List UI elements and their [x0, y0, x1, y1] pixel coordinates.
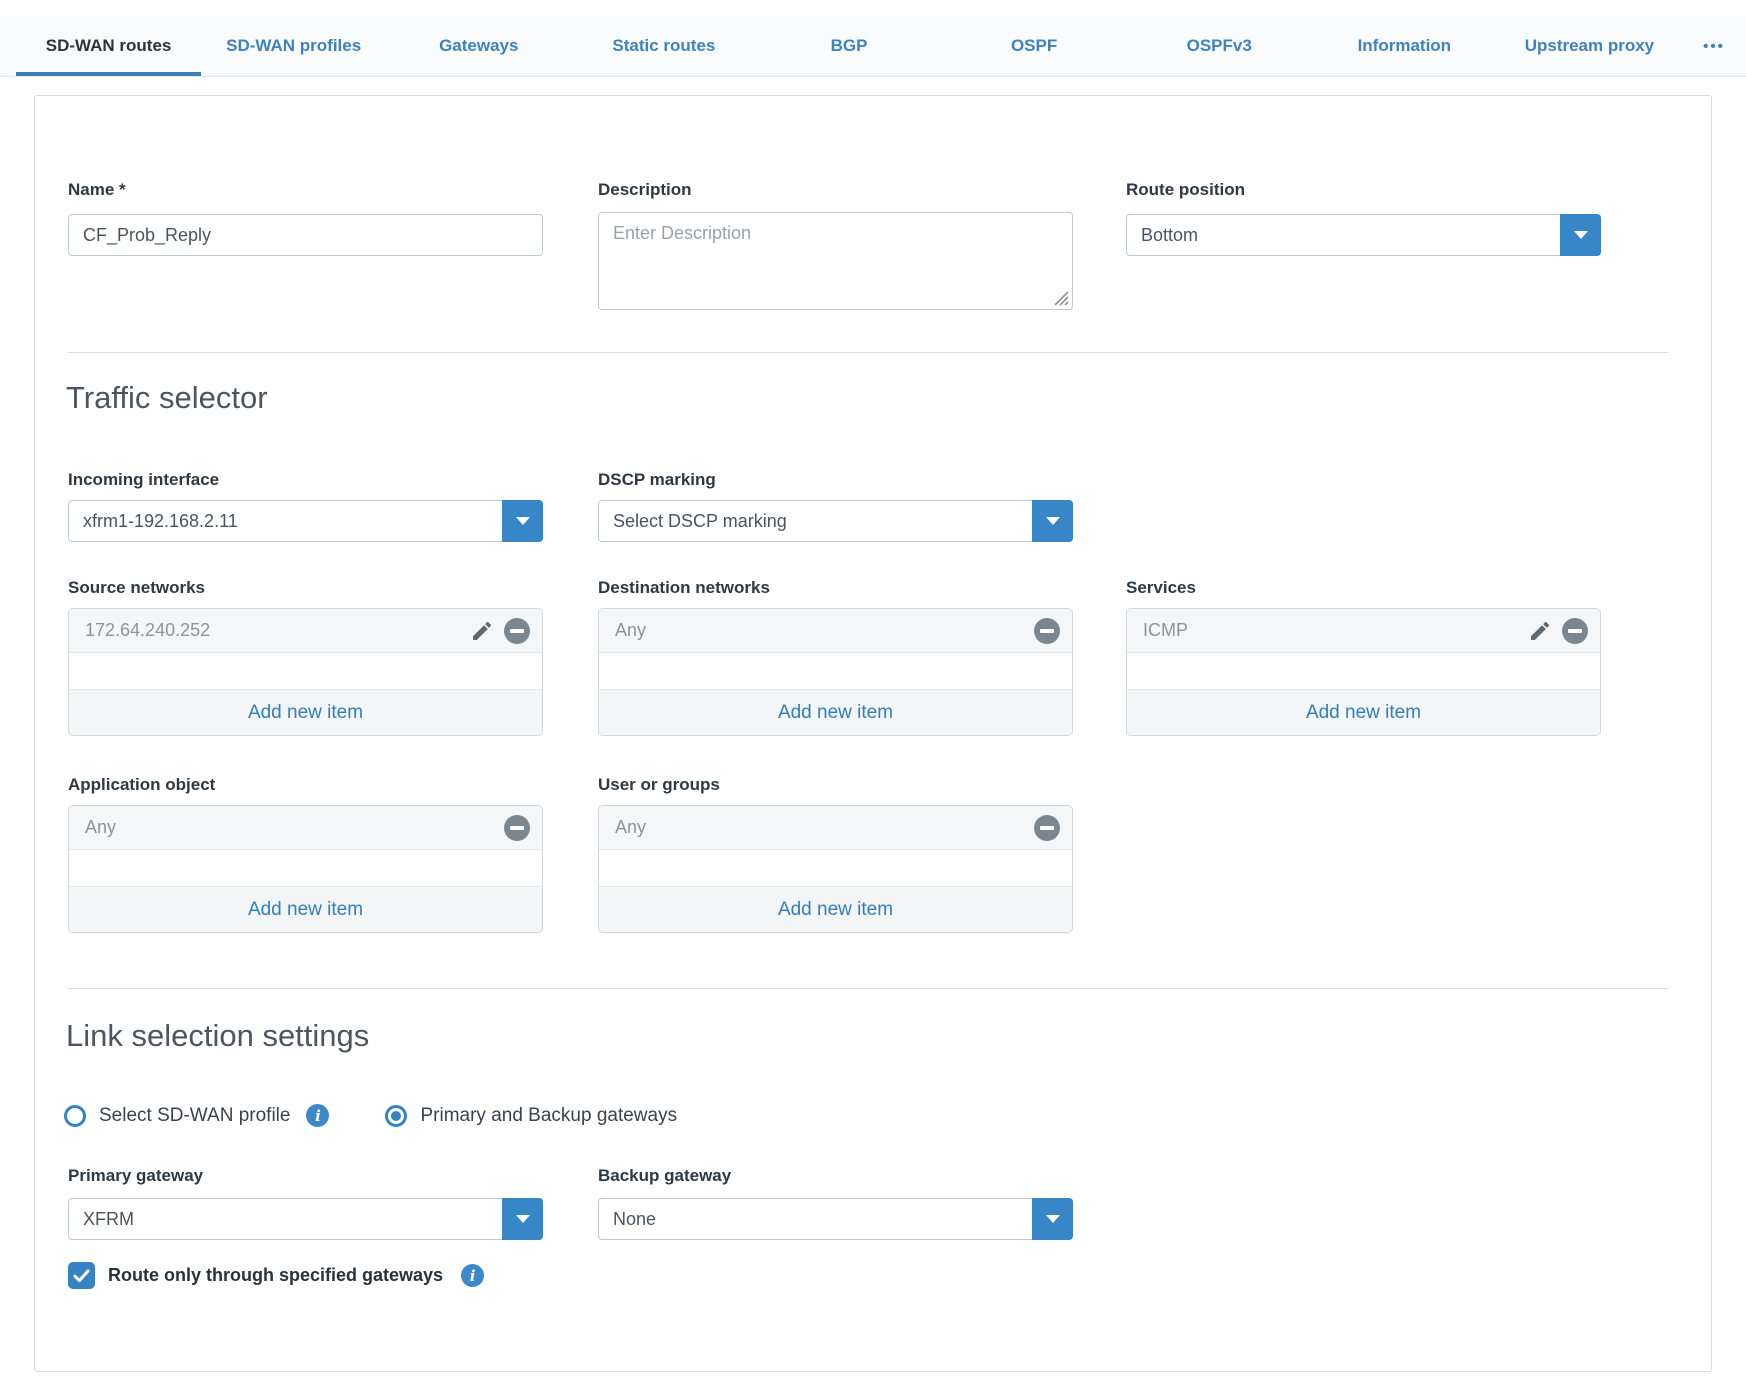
tab-ospf[interactable]: OSPF	[942, 16, 1127, 76]
user-or-groups-listbox: Any Add new item	[598, 805, 1073, 933]
select-sdwan-profile-radio[interactable]	[64, 1105, 86, 1127]
primary-gateway-label: Primary gateway	[68, 1166, 203, 1186]
radio-label: Primary and Backup gateways	[420, 1105, 677, 1127]
dscp-marking-value: Select DSCP marking	[599, 501, 1072, 541]
listbox-empty-area	[69, 653, 542, 689]
destination-networks-label: Destination networks	[598, 578, 770, 598]
primary-backup-gateways-radio[interactable]	[385, 1105, 407, 1127]
services-label: Services	[1126, 578, 1196, 598]
tab-upstream-proxy[interactable]: Upstream proxy	[1497, 16, 1682, 76]
list-item: ICMP	[1127, 609, 1600, 653]
tab-ospfv3[interactable]: OSPFv3	[1127, 16, 1312, 76]
incoming-interface-label: Incoming interface	[68, 470, 219, 490]
tab-information[interactable]: Information	[1312, 16, 1497, 76]
add-new-item-button[interactable]: Add new item	[1127, 689, 1600, 735]
chevron-down-icon[interactable]	[1032, 500, 1073, 542]
name-input[interactable]	[68, 214, 543, 256]
add-new-item-button[interactable]: Add new item	[599, 689, 1072, 735]
checkmark-icon	[73, 1269, 90, 1283]
listbox-empty-area	[1127, 653, 1600, 689]
info-icon[interactable]: i	[461, 1264, 484, 1287]
traffic-selector-heading: Traffic selector	[66, 380, 268, 416]
user-or-groups-label: User or groups	[598, 775, 720, 795]
tab-bar: SD-WAN routes SD-WAN profiles Gateways S…	[0, 16, 1746, 77]
route-position-value: Bottom	[1127, 215, 1600, 255]
remove-icon[interactable]	[1034, 618, 1060, 644]
list-item: Any	[599, 609, 1072, 653]
add-new-item-button[interactable]: Add new item	[69, 689, 542, 735]
tab-gateways[interactable]: Gateways	[386, 16, 571, 76]
listbox-empty-area	[599, 653, 1072, 689]
listbox-empty-area	[69, 850, 542, 886]
primary-gateway-dropdown[interactable]: XFRM	[68, 1198, 543, 1240]
dscp-marking-label: DSCP marking	[598, 470, 716, 490]
application-object-listbox: Any Add new item	[68, 805, 543, 933]
incoming-interface-dropdown[interactable]: xfrm1-192.168.2.11	[68, 500, 543, 542]
list-item-value: Any	[85, 817, 504, 838]
destination-networks-listbox: Any Add new item	[598, 608, 1073, 736]
edit-icon[interactable]	[1528, 619, 1552, 643]
source-networks-label: Source networks	[68, 578, 205, 598]
link-selection-radio-group: Select SD-WAN profile i Primary and Back…	[64, 1104, 677, 1127]
chevron-down-icon[interactable]	[1560, 214, 1601, 256]
list-item-value: Any	[615, 817, 1034, 838]
remove-icon[interactable]	[1562, 618, 1588, 644]
dscp-marking-dropdown[interactable]: Select DSCP marking	[598, 500, 1073, 542]
section-divider	[68, 352, 1668, 353]
list-item-value: 172.64.240.252	[85, 620, 470, 641]
route-only-checkbox[interactable]	[68, 1262, 95, 1289]
name-label: Name *	[68, 180, 126, 200]
tab-sdwan-routes[interactable]: SD-WAN routes	[16, 16, 201, 76]
services-listbox: ICMP Add new item	[1126, 608, 1601, 736]
info-icon[interactable]: i	[306, 1104, 329, 1127]
resize-grip-icon[interactable]	[1053, 290, 1069, 306]
list-item: Any	[69, 806, 542, 850]
list-item-value: ICMP	[1143, 620, 1528, 641]
tab-bgp[interactable]: BGP	[756, 16, 941, 76]
primary-gateway-value: XFRM	[69, 1199, 542, 1239]
chevron-down-icon[interactable]	[502, 1198, 543, 1240]
chevron-down-icon[interactable]	[502, 500, 543, 542]
incoming-interface-value: xfrm1-192.168.2.11	[69, 501, 542, 541]
tab-sdwan-profiles[interactable]: SD-WAN profiles	[201, 16, 386, 76]
remove-icon[interactable]	[1034, 815, 1060, 841]
route-position-label: Route position	[1126, 180, 1245, 200]
link-selection-heading: Link selection settings	[66, 1018, 369, 1054]
chevron-down-icon[interactable]	[1032, 1198, 1073, 1240]
backup-gateway-value: None	[599, 1199, 1072, 1239]
list-item: Any	[599, 806, 1072, 850]
route-position-dropdown[interactable]: Bottom	[1126, 214, 1601, 256]
listbox-empty-area	[599, 850, 1072, 886]
route-only-checkbox-row: Route only through specified gateways i	[68, 1262, 484, 1289]
description-field-wrap	[598, 212, 1073, 310]
backup-gateway-label: Backup gateway	[598, 1166, 731, 1186]
source-networks-listbox: 172.64.240.252 Add new item	[68, 608, 543, 736]
list-item: 172.64.240.252	[69, 609, 542, 653]
add-new-item-button[interactable]: Add new item	[599, 886, 1072, 932]
section-divider	[68, 988, 1668, 989]
checkbox-label: Route only through specified gateways	[108, 1265, 443, 1286]
remove-icon[interactable]	[504, 618, 530, 644]
list-item-value: Any	[615, 620, 1034, 641]
more-tabs-icon[interactable]: •••	[1682, 16, 1746, 76]
description-label: Description	[598, 180, 692, 200]
tab-static-routes[interactable]: Static routes	[571, 16, 756, 76]
backup-gateway-dropdown[interactable]: None	[598, 1198, 1073, 1240]
application-object-label: Application object	[68, 775, 215, 795]
add-new-item-button[interactable]: Add new item	[69, 886, 542, 932]
description-textarea[interactable]	[598, 212, 1073, 310]
edit-icon[interactable]	[470, 619, 494, 643]
remove-icon[interactable]	[504, 815, 530, 841]
radio-label: Select SD-WAN profile	[99, 1105, 290, 1127]
